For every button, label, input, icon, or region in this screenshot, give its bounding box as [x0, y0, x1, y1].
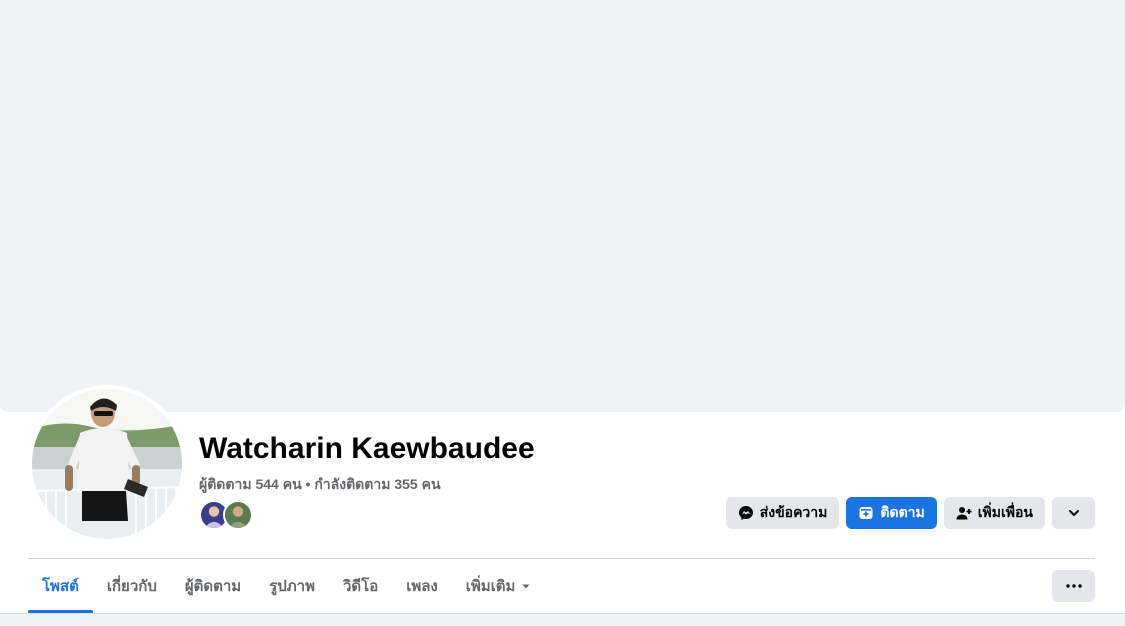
profile-name: Watcharin Kaewbaudee — [199, 432, 535, 465]
mutual-friends-avatars[interactable] — [199, 500, 253, 530]
feed-background — [0, 613, 1125, 626]
tab-posts[interactable]: โพสต์ — [28, 559, 93, 613]
chevron-down-icon — [1068, 510, 1079, 516]
message-button[interactable]: ส่งข้อความ — [725, 497, 840, 529]
tab-photos[interactable]: รูปภาพ — [255, 559, 329, 613]
tab-label: ผู้ติดตาม — [184, 578, 242, 595]
tab-about[interactable]: เกี่ยวกับ — [93, 559, 171, 613]
add-friend-icon — [956, 507, 972, 520]
add-friend-button-label: เพิ่มเพื่อน — [977, 504, 1033, 520]
profile-actions: ส่งข้อความ ติดตาม เพิ่มเพื่อน — [725, 497, 1095, 529]
tab-label: เพลง — [406, 578, 438, 595]
follower-stats[interactable]: ผู้ติดตาม 544 คน • กำลังติดตาม 355 คน — [199, 474, 441, 496]
tab-more[interactable]: เพิ่มเติม — [452, 559, 546, 613]
friend-avatar[interactable] — [223, 500, 253, 530]
add-friend-button[interactable]: เพิ่มเพื่อน — [943, 497, 1045, 529]
tabs-more-options-button[interactable] — [1052, 570, 1095, 602]
tab-label: วิดีโอ — [342, 578, 379, 595]
tab-videos[interactable]: วิดีโอ — [329, 559, 392, 613]
message-button-label: ส่งข้อความ — [759, 504, 828, 520]
follow-button[interactable]: ติดตาม — [846, 497, 937, 529]
caret-down-icon — [522, 584, 530, 589]
tab-label: รูปภาพ — [269, 578, 315, 595]
messenger-icon — [738, 506, 753, 520]
tab-label: เกี่ยวกับ — [106, 578, 157, 595]
follow-icon — [859, 507, 873, 519]
profile-picture[interactable] — [28, 385, 186, 543]
profile-photo-image — [32, 389, 182, 539]
tab-label: เพิ่มเติม — [465, 578, 516, 595]
ellipsis-icon — [1065, 584, 1082, 588]
tab-followers[interactable]: ผู้ติดตาม — [171, 559, 255, 613]
tab-music[interactable]: เพลง — [392, 559, 452, 613]
cover-photo[interactable] — [0, 0, 1125, 412]
follow-button-label: ติดตาม — [880, 504, 925, 520]
tab-label: โพสต์ — [42, 578, 79, 595]
more-options-button[interactable] — [1052, 497, 1095, 529]
profile-tabs: โพสต์ เกี่ยวกับ ผู้ติดตาม รูปภาพ วิดีโอ … — [28, 559, 545, 613]
